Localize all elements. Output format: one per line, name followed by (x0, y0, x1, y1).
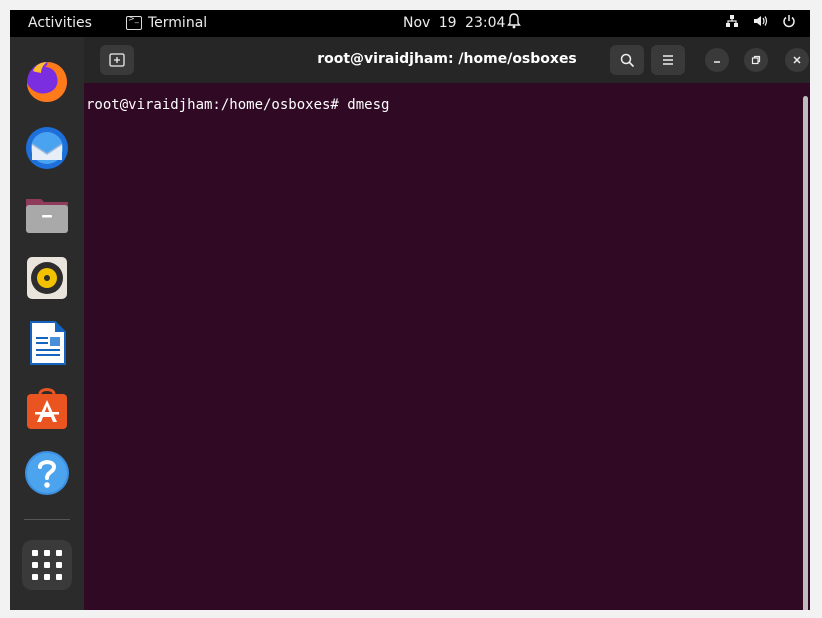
app-menu[interactable]: Terminal (126, 14, 208, 31)
window-title: root@viraidjham: /home/osboxes (317, 51, 577, 67)
maximize-button[interactable] (744, 48, 768, 72)
minimize-button[interactable] (705, 48, 729, 72)
system-tray[interactable] (725, 14, 796, 32)
header-bar: root@viraidjham: /home/osboxes (84, 37, 810, 83)
top-bar: Activities Terminal Nov 19 23:04 (10, 10, 810, 37)
menu-button[interactable] (651, 45, 685, 75)
clock-time: 23:04 (465, 15, 506, 31)
dock (10, 37, 84, 610)
search-button[interactable] (610, 45, 644, 75)
clock[interactable]: Nov 19 23:04 (403, 15, 505, 31)
firefox-icon[interactable] (23, 57, 71, 105)
search-icon (620, 53, 634, 67)
rhythmbox-icon[interactable] (23, 254, 71, 302)
show-applications-icon[interactable] (22, 540, 72, 590)
terminal-line: root@viraidjham:/home/osboxes# dmesg (86, 97, 390, 113)
terminal-icon (126, 14, 142, 30)
help-icon[interactable] (23, 449, 71, 497)
network-icon (725, 14, 739, 32)
volume-icon (753, 14, 768, 32)
scrollbar[interactable] (803, 96, 808, 610)
terminal-window: root@viraidjham: /home/osboxes root@vira… (84, 37, 810, 610)
minimize-icon (714, 61, 720, 63)
close-icon (793, 56, 801, 64)
activities-button[interactable]: Activities (28, 15, 92, 31)
files-icon[interactable] (23, 189, 71, 237)
libreoffice-writer-icon[interactable] (23, 319, 71, 367)
desktop: Activities Terminal Nov 19 23:04 (10, 10, 810, 610)
dock-separator (24, 519, 70, 520)
hamburger-menu-icon (663, 55, 673, 65)
ubuntu-software-icon[interactable] (23, 384, 71, 432)
app-menu-label: Terminal (148, 15, 208, 31)
clock-date: Nov 19 (403, 15, 457, 31)
notification-bell-icon[interactable] (507, 13, 521, 33)
power-icon (782, 14, 796, 32)
restore-icon (751, 55, 761, 65)
thunderbird-icon[interactable] (23, 124, 71, 172)
close-button[interactable] (785, 48, 809, 72)
terminal-output[interactable]: root@viraidjham:/home/osboxes# dmesg (84, 83, 802, 610)
